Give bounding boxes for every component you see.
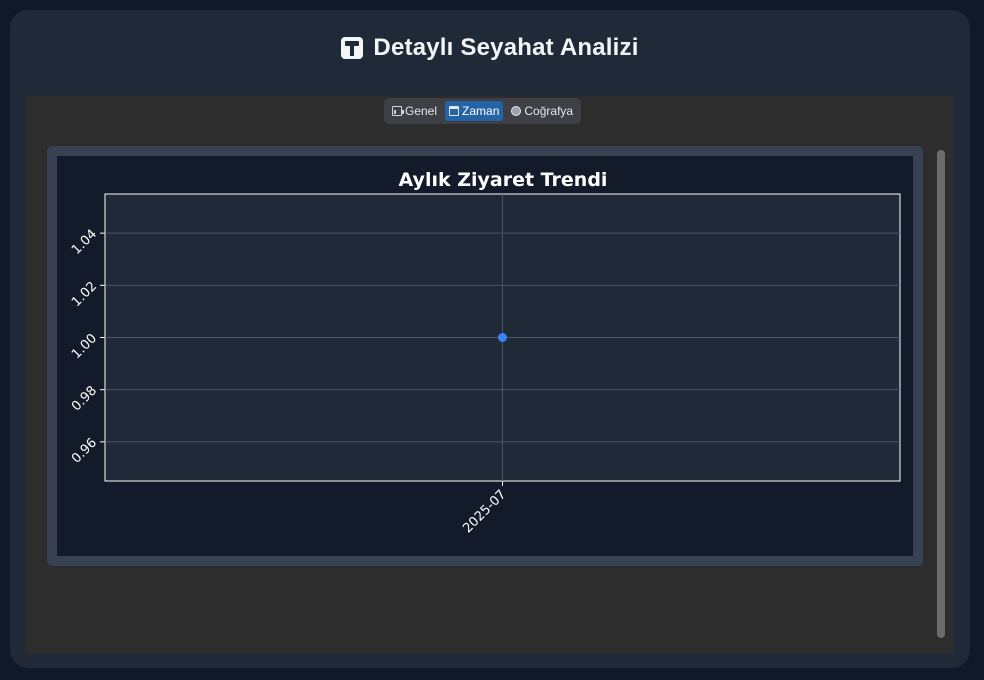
page-title: Detaylı Seyahat Analizi [373,34,639,61]
x-tick-label: 2025-07 [460,487,509,536]
dashboard-card: Detaylı Seyahat Analizi Genel Zaman Coğr… [10,10,970,668]
chart-title: Aylık Ziyaret Trendi [399,169,608,191]
chart-canvas: Aylık Ziyaret Trendi 0.96 0.98 1.00 1.02 1.0… [57,156,913,556]
content-panel: Genel Zaman Coğrafya Aylık Ziyaret Trend… [25,96,954,654]
y-tick-label: 1.04 [69,227,100,258]
dashboard-icon [341,37,364,59]
chart-container: Aylık Ziyaret Trendi 0.96 0.98 1.00 1.02 1.0… [47,146,923,566]
chart-icon [392,106,404,116]
line-chart: Aylık Ziyaret Trendi 0.96 0.98 1.00 1.02 1.0… [69,169,901,536]
tab-bar: Genel Zaman Coğrafya [384,98,582,124]
tab-zaman[interactable]: Zaman [445,101,504,121]
globe-icon [511,106,522,116]
vertical-scrollbar[interactable] [937,150,945,638]
title-row: Detaylı Seyahat Analizi [10,34,970,62]
calendar-icon [449,106,460,116]
tab-label: Coğrafya [524,104,574,118]
tab-cografya[interactable]: Coğrafya [507,101,577,121]
tab-label: Zaman [462,104,500,118]
tab-genel[interactable]: Genel [388,101,441,121]
y-tick-label: 1.00 [69,331,100,362]
y-tick-label: 0.98 [69,383,100,414]
data-point [498,333,507,342]
tab-label: Genel [405,104,438,118]
y-tick-label: 0.96 [69,435,100,466]
y-tick-label: 1.02 [69,279,100,310]
